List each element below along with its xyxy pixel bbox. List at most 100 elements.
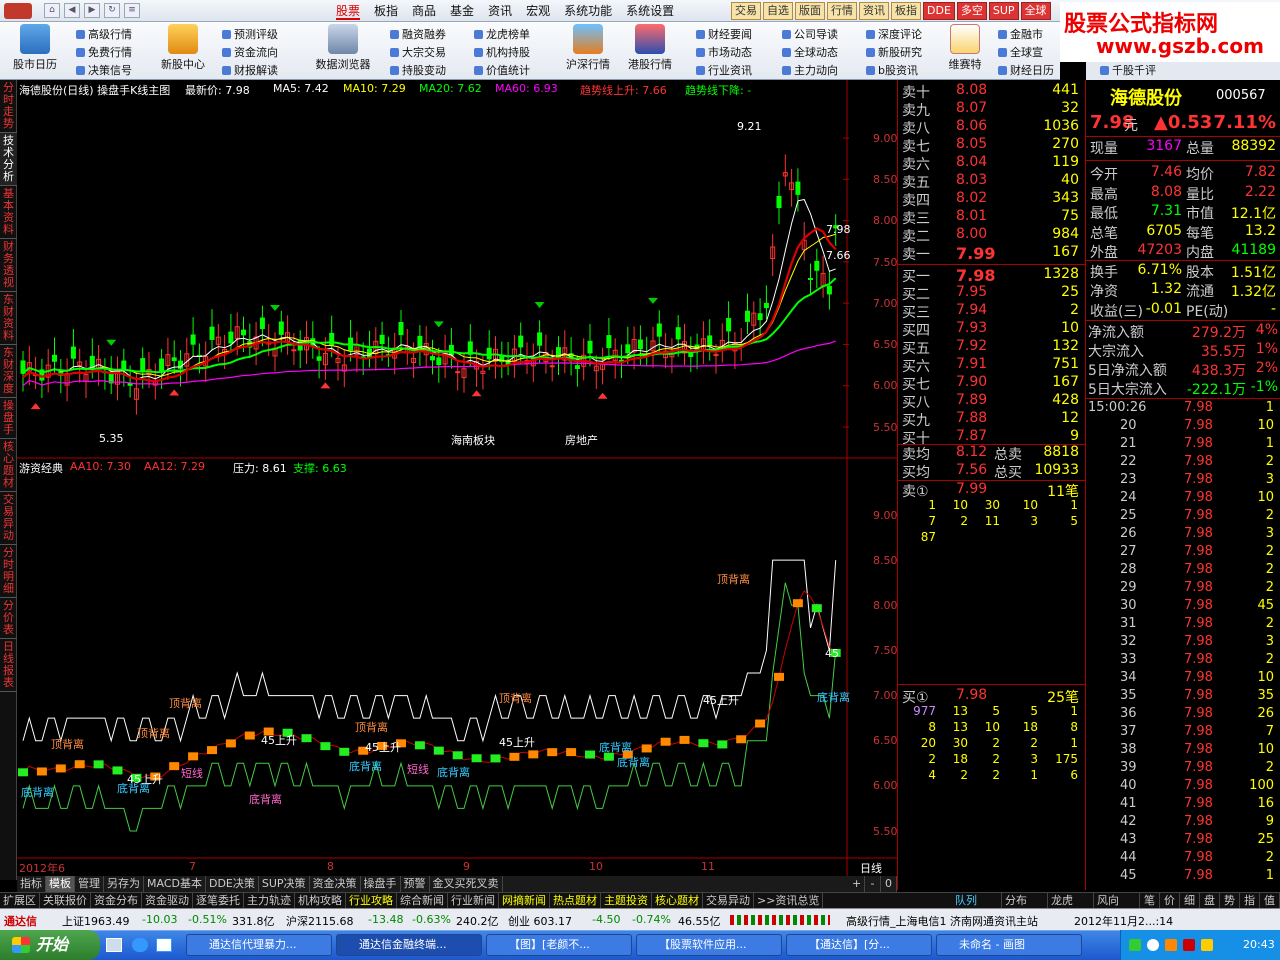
menu-tab-commodity[interactable]: 商品 (412, 2, 436, 20)
tb-institution[interactable]: 机构持股 (474, 44, 530, 60)
zoom-button[interactable]: + (849, 876, 865, 892)
tb-holding-change[interactable]: 持股变动 (390, 62, 446, 78)
menu-tab-stocks[interactable]: 股票 (336, 2, 361, 20)
ask-price[interactable]: 8.01 (956, 208, 987, 226)
lefttab-technical[interactable]: 技术分析 (0, 133, 17, 186)
lefttab-finance[interactable]: 财务透视 (0, 239, 17, 292)
quick-global-button[interactable]: 全球 (1020, 2, 1051, 20)
indicator-tab[interactable]: 操盘手 (361, 876, 401, 892)
menu-tab-macro[interactable]: 宏观 (526, 2, 550, 20)
info-tab[interactable]: 综合新闻 (397, 893, 448, 908)
tb-financial-report[interactable]: 财报解读 (222, 62, 278, 78)
period-label[interactable]: 日线 (860, 860, 882, 876)
quick-trade-button[interactable]: 交易 (731, 2, 761, 20)
taskbar-item[interactable]: 通达信金融终端... (336, 934, 482, 956)
quick-longshort-button[interactable]: 多空 (956, 2, 987, 20)
tb-free-quote[interactable]: 免费行情 (76, 44, 132, 60)
menu-tab-system[interactable]: 系统功能 (564, 2, 612, 20)
zoom-button[interactable]: 0 (881, 876, 897, 892)
quick-quote-button[interactable]: 行情 (827, 2, 857, 20)
tray-alert-icon[interactable] (1183, 939, 1195, 951)
tray-ime-icon[interactable] (1201, 939, 1213, 951)
info-tab[interactable]: 盘 (1200, 893, 1220, 908)
info-tab[interactable]: 关联报价 (40, 893, 91, 908)
refresh-icon[interactable]: ↻ (104, 3, 120, 18)
info-tab[interactable]: 热点题材 (550, 893, 601, 908)
info-tab[interactable]: 势 (1220, 893, 1240, 908)
tb-deep-review[interactable]: 深度评论 (866, 26, 922, 42)
back-icon[interactable]: ◀ (64, 3, 80, 18)
indicator-tab[interactable]: 资金决策 (310, 876, 361, 892)
tb-market-news[interactable]: 市场动态 (696, 44, 752, 60)
hk-quote-button[interactable]: 港股行情 (622, 24, 678, 72)
info-tab[interactable]: 值 (1260, 893, 1280, 908)
lefttab-eastmoney[interactable]: 东财资料 (0, 292, 17, 345)
info-tab[interactable]: >>资讯总览 (754, 893, 824, 908)
ie-icon[interactable] (132, 938, 148, 952)
new-stock-button[interactable]: 新股中心 (154, 24, 212, 72)
bid-price[interactable]: 7.91 (956, 356, 987, 374)
info-tab[interactable]: 核心题材 (652, 893, 703, 908)
info-tab[interactable]: 细 (1180, 893, 1200, 908)
tray-network-icon[interactable] (1147, 939, 1159, 951)
indicator-tab[interactable]: SUP决策 (259, 876, 310, 892)
lefttab-intraday[interactable]: 分时走势 (0, 80, 17, 133)
lefttab-basic[interactable]: 基本资料 (0, 186, 17, 239)
info-tab[interactable]: 笔 (1140, 893, 1160, 908)
info-tab[interactable]: 分布 (1002, 893, 1048, 908)
lefttab-price-table[interactable]: 分价表 (0, 598, 17, 639)
bid-price[interactable]: 7.89 (956, 392, 987, 410)
lefttab-eastmoney-deep[interactable]: 东财深度 (0, 345, 17, 398)
ask-price[interactable]: 8.07 (956, 100, 987, 118)
tb-decision-signal[interactable]: 决策信号 (76, 62, 132, 78)
bid-price[interactable]: 7.90 (956, 374, 987, 392)
info-tab[interactable]: 风向 (1094, 893, 1140, 908)
tb-advanced-quote[interactable]: 高级行情 (76, 26, 132, 42)
ask-price[interactable]: 7.99 (956, 244, 995, 263)
info-tab[interactable]: 价 (1160, 893, 1180, 908)
taskbar-item[interactable]: 【股票软件应用... (636, 934, 782, 956)
info-tab[interactable]: 指 (1240, 893, 1260, 908)
indicator-tab[interactable]: 金叉买死叉卖 (430, 876, 503, 892)
ask-price[interactable]: 8.03 (956, 172, 987, 190)
menu-tab-fund[interactable]: 基金 (450, 2, 474, 20)
info-tab[interactable]: 机构攻略 (295, 893, 346, 908)
chart-area[interactable]: 海德股份(日线) 操盘手K线主图 最新价: 7.98 MA5: 7.42 MA1… (17, 80, 898, 876)
ask-price[interactable]: 8.04 (956, 154, 987, 172)
sh-sz-quote-button[interactable]: 沪深行情 (560, 24, 616, 72)
taskbar-item[interactable]: 【图】[老颜不... (486, 934, 632, 956)
show-desktop-icon[interactable] (106, 938, 122, 952)
lefttab-core-theme[interactable]: 核心题材 (0, 439, 17, 492)
tb-b-share[interactable]: b股资讯 (866, 62, 918, 78)
bid-price[interactable]: 7.88 (956, 410, 987, 428)
home-icon[interactable]: ⌂ (44, 3, 60, 18)
bid-price[interactable]: 7.93 (956, 320, 987, 338)
ask-price[interactable]: 8.02 (956, 190, 987, 208)
tray-app-icon[interactable] (1129, 939, 1141, 951)
tb-global-broadcast[interactable]: 全球宣 (998, 44, 1043, 60)
tb-fund-flow[interactable]: 资金流向 (222, 44, 278, 60)
bid-price[interactable]: 7.98 (956, 266, 995, 285)
indicator-tab[interactable]: 预警 (401, 876, 430, 892)
data-browser-button[interactable]: 数据浏览器 (308, 24, 378, 72)
taskbar-item[interactable]: 通达信代理暴力... (186, 934, 332, 956)
tb-stock-reviews[interactable]: 千股千评 (1086, 62, 1280, 80)
tray-volume-icon[interactable] (1165, 939, 1177, 951)
indicator-tab[interactable]: DDE决策 (206, 876, 259, 892)
lefttab-trade-anomaly[interactable]: 交易异动 (0, 492, 17, 545)
tb-main-force[interactable]: 主力动向 (782, 62, 838, 78)
weisaite-button[interactable]: 维赛特 (940, 24, 990, 72)
ticker-server[interactable]: 高级行情_上海电信1 济南网通资讯主站 (846, 913, 1038, 929)
tb-block-trade[interactable]: 大宗交易 (390, 44, 446, 60)
ticker-cy[interactable]: 创业 603.17 (508, 913, 572, 929)
tb-margin[interactable]: 融资融券 (390, 26, 446, 42)
indicator-tab[interactable]: 指标 (17, 876, 46, 892)
indicator-tab[interactable]: 另存为 (104, 876, 144, 892)
tb-finance-calendar[interactable]: 财经日历 (998, 62, 1054, 78)
ask-price[interactable]: 8.08 (956, 82, 987, 100)
ask-price[interactable]: 8.00 (956, 226, 987, 244)
info-tab[interactable]: 主力轨迹 (244, 893, 295, 908)
lefttab-tick-detail[interactable]: 分时明细 (0, 545, 17, 598)
menu-tab-settings[interactable]: 系统设置 (626, 2, 674, 20)
info-tab[interactable]: 行业新闻 (448, 893, 499, 908)
